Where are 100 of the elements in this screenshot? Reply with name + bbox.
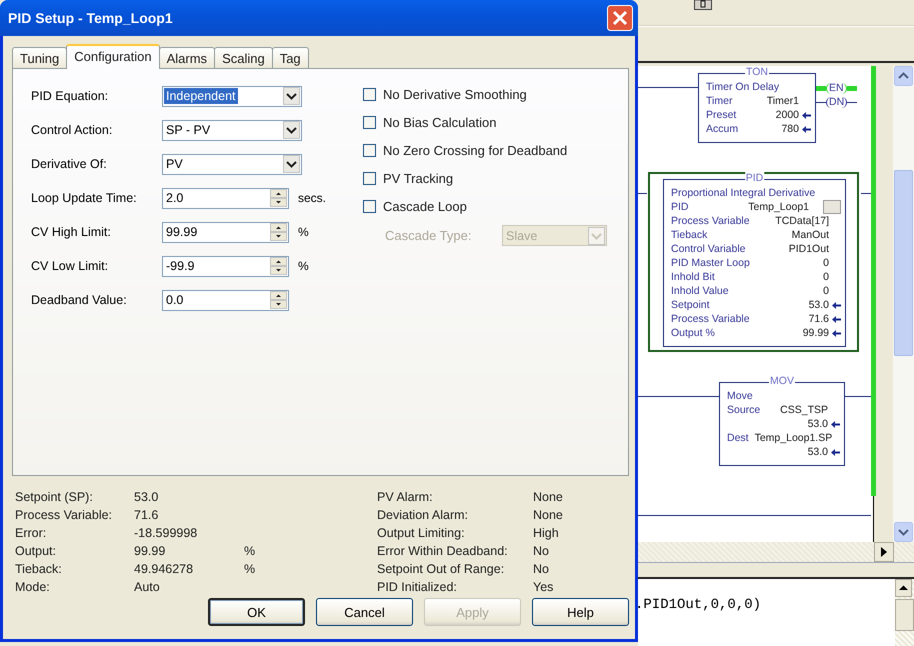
parameter-value: 0 (822, 284, 829, 298)
parameter-value: 53.0 (806, 417, 828, 431)
scroll-down-icon[interactable] (894, 522, 913, 542)
field-label: PID Equation: (31, 89, 110, 103)
unit-label: % (298, 259, 309, 273)
parameter-label: Timer (706, 94, 732, 108)
block-title: PID (744, 172, 764, 184)
status-value: None (533, 507, 564, 524)
checkbox-label[interactable]: No Derivative Smoothing (383, 87, 527, 102)
parameter-label: Control Variable (671, 242, 746, 256)
scroll-thumb[interactable] (895, 599, 914, 631)
status-label: Output: (15, 543, 57, 560)
status-label: Error Within Deadband: (377, 543, 509, 560)
status-value: No (533, 561, 550, 578)
status-label: Process Variable: (15, 507, 114, 524)
status-label: Mode: (15, 579, 51, 596)
block-title: TON (745, 66, 769, 78)
status-value: No (533, 543, 550, 560)
checkbox[interactable] (363, 116, 376, 129)
checkbox[interactable] (363, 200, 376, 213)
parameter-label: Inhold Value (671, 284, 729, 298)
spinner-arrows-icon[interactable] (270, 257, 287, 275)
dropdown[interactable]: Independent (162, 86, 302, 106)
status-value: -18.599998 (134, 525, 198, 542)
status-value: None (533, 489, 564, 506)
close-icon[interactable] (607, 5, 633, 31)
tab[interactable]: Scaling (214, 47, 273, 68)
toolbar-button-icon[interactable] (694, 0, 712, 10)
spin-field[interactable]: 2.0 (162, 188, 289, 208)
parameter-label: Output % (671, 326, 715, 340)
output-text: .PID1Out,0,0,0) (635, 597, 762, 614)
dropdown[interactable]: PV (162, 154, 302, 174)
spinner-arrows-icon[interactable] (270, 223, 287, 241)
scrollbar[interactable] (895, 579, 914, 646)
parameter-value: PID1Out (788, 242, 829, 256)
dialog-button[interactable]: OK (208, 598, 305, 626)
status-value: 49.946278 (134, 561, 194, 578)
checkbox-label[interactable]: PV Tracking (383, 171, 454, 186)
parameter-value: 53.0 (806, 445, 828, 459)
field-label: Control Action: (31, 123, 114, 137)
parameter-label: Inhold Bit (671, 270, 715, 284)
status-value: Yes (533, 579, 554, 596)
window-title: PID Setup - Temp_Loop1 (8, 10, 173, 26)
checkbox[interactable] (363, 88, 376, 101)
parameter-label: Accum (706, 122, 738, 136)
dropdown[interactable]: SP - PV (162, 120, 302, 140)
parameter-label: Dest (727, 431, 749, 445)
scroll-up-icon[interactable] (895, 579, 912, 597)
parameter-label: PID Master Loop (671, 256, 750, 270)
instruction-block[interactable] (663, 179, 846, 347)
block-description: Timer On Delay (706, 80, 780, 94)
status-label: Error: (15, 525, 48, 542)
parameter-value: 2000 (774, 108, 799, 122)
spin-field[interactable]: 0.0 (162, 290, 289, 310)
status-label: Output Limiting: (377, 525, 466, 542)
field-label: Derivative Of: (31, 157, 108, 171)
parameter-value: 53.0 (808, 298, 829, 312)
scroll-thumb[interactable] (894, 170, 913, 356)
tab[interactable]: Tag (272, 47, 309, 68)
spinner-arrows-icon[interactable] (270, 189, 287, 207)
block-description: Move (727, 389, 754, 403)
parameter-value: 780 (780, 122, 799, 136)
parameter-value: Temp_Loop1 (747, 200, 809, 214)
checkbox[interactable] (363, 172, 376, 185)
scroll-right-icon[interactable] (874, 542, 894, 562)
parameter-label: Tieback (671, 228, 708, 242)
status-label: Deviation Alarm: (377, 507, 470, 524)
scrollbar[interactable] (638, 542, 914, 563)
status-value: High (533, 525, 560, 542)
parameter-label: Process Variable (671, 214, 750, 228)
dialog-button[interactable]: Help (532, 598, 629, 626)
output-coil: EN (816, 81, 857, 95)
spin-field[interactable]: 99.99 (162, 222, 289, 242)
spin-field[interactable]: -99.9 (162, 256, 289, 276)
parameter-value: CSS_TSP (779, 403, 828, 417)
status-value: 71.6 (134, 507, 160, 524)
block-description: Proportional Integral Derivative (671, 186, 816, 200)
spinner-arrows-icon[interactable] (270, 291, 287, 309)
scrollbar[interactable] (893, 66, 914, 542)
checkbox-label[interactable]: No Zero Crossing for Deadband (383, 143, 568, 158)
status-label: Setpoint (SP): (15, 489, 94, 506)
parameter-label: PID (671, 200, 689, 214)
dialog-button[interactable]: Cancel (316, 598, 413, 626)
tab[interactable]: Tuning (12, 47, 68, 68)
tab[interactable]: Alarms (158, 47, 216, 68)
parameter-value: ManOut (790, 228, 829, 242)
status-label: Tieback: (15, 561, 63, 578)
checkbox[interactable] (363, 144, 376, 157)
field-label: CV High Limit: (31, 225, 112, 239)
unit-label: % (298, 225, 309, 239)
output-coil: DN (816, 95, 858, 109)
status-label: PV Alarm: (377, 489, 434, 506)
field-label: CV Low Limit: (31, 259, 110, 273)
tab[interactable]: Configuration (66, 44, 160, 69)
parameter-value: Temp_Loop1.SP (754, 431, 832, 445)
status-label: Setpoint Out of Range: (377, 561, 506, 578)
parameter-value: TCData[17] (774, 214, 829, 228)
parameter-label: Source (727, 403, 760, 417)
checkbox-label[interactable]: No Bias Calculation (383, 115, 496, 130)
checkbox-label[interactable]: Cascade Loop (383, 199, 467, 214)
